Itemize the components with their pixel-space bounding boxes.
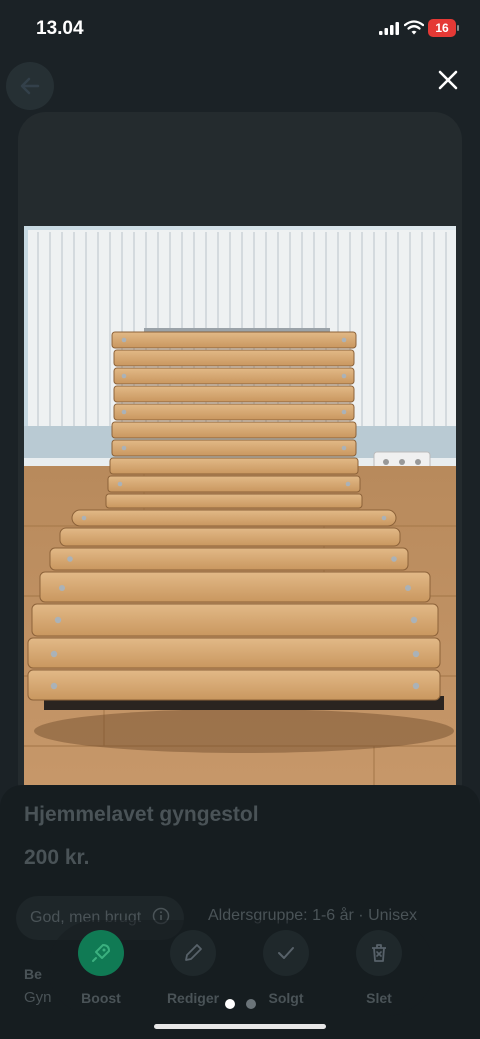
close-button[interactable] — [430, 62, 466, 98]
home-indicator — [154, 1024, 326, 1029]
trash-icon — [372, 944, 386, 962]
delete-label: Slet — [366, 990, 392, 1006]
checkmark-icon — [278, 947, 294, 959]
status-bar: 13.04 16 — [0, 0, 480, 56]
boost-label: Boost — [81, 990, 121, 1006]
description-label: Be — [24, 966, 42, 982]
description-text: Gyn — [24, 989, 52, 1006]
edit-button[interactable]: Rediger — [158, 930, 228, 1006]
listing-title: Hjemmelavet gyngestol — [24, 803, 259, 826]
cellular-signal-icon — [379, 22, 399, 35]
wifi-icon — [404, 20, 424, 35]
listing-photo[interactable] — [24, 226, 456, 801]
sold-button[interactable]: Solgt — [251, 930, 321, 1006]
battery-tip — [457, 25, 459, 31]
boost-button[interactable]: Boost — [66, 930, 136, 1006]
rocket-icon — [92, 944, 110, 962]
battery-level: 16 — [428, 19, 456, 37]
carousel-dot[interactable] — [245, 999, 256, 1009]
delete-button[interactable]: Slet — [344, 930, 414, 1006]
pencil-icon — [185, 944, 202, 961]
listing-price: 200 kr. — [24, 846, 90, 869]
back-arrow-icon — [20, 77, 40, 95]
close-icon — [438, 70, 458, 90]
sold-label: Solgt — [268, 990, 304, 1006]
status-time: 13.04 — [36, 18, 84, 39]
rocking-chair-photo — [24, 226, 456, 801]
edit-label: Rediger — [166, 990, 220, 1006]
back-button — [6, 62, 54, 110]
carousel-dot[interactable] — [224, 999, 235, 1009]
